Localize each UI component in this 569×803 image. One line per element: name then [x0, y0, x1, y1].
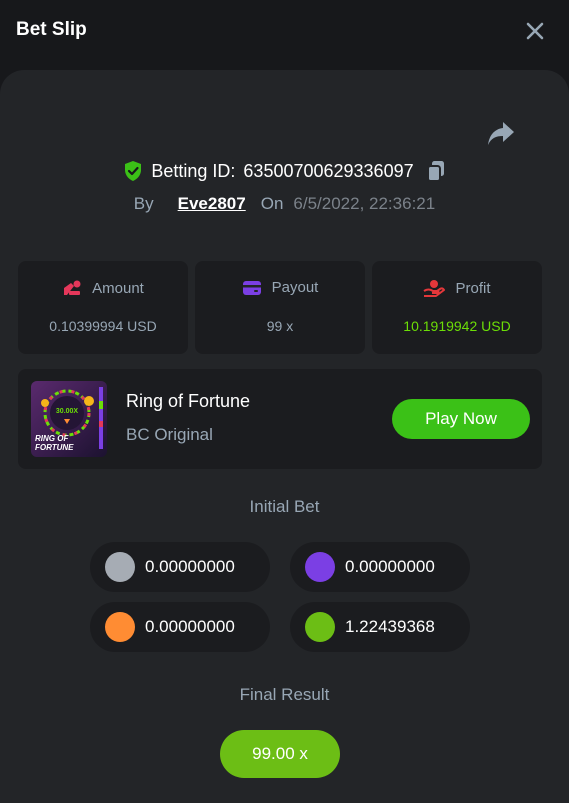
coin-icon [305, 552, 335, 582]
amount-label: Amount [92, 279, 144, 297]
bet-slot-value: 0.00000000 [145, 617, 235, 636]
user-link[interactable]: Eve2807 [178, 194, 246, 214]
profit-card: Profit 10.1919942 USD [372, 261, 542, 354]
shield-check-icon [125, 161, 142, 181]
bet-slot: 0.00000000 [290, 542, 470, 592]
profit-label: Profit [455, 279, 491, 297]
amount-card: Amount 0.10399994 USD [18, 261, 188, 354]
bet-meta-row: By Eve2807 On 6/5/2022, 22:36:21 [0, 192, 569, 216]
coin-icon [105, 552, 135, 582]
game-thumbnail[interactable]: 30.00X RING OF FORTUNE [31, 381, 107, 457]
thumb-title-line1: RING OF [35, 434, 69, 443]
payout-value: 99 x [266, 318, 294, 334]
ring-of-fortune-logo: 30.00X RING OF FORTUNE [31, 381, 107, 457]
on-label: On [260, 194, 284, 213]
close-icon [526, 22, 544, 40]
coin-icon [105, 612, 135, 642]
payout-label: Payout [271, 279, 319, 296]
betting-id-value: 63500700629336097 [243, 160, 414, 181]
final-result-label: Final Result [239, 685, 330, 704]
thumb-title-line2: FORTUNE [35, 443, 74, 452]
betting-id-label: Betting ID: [151, 160, 236, 181]
initial-bet-label: Initial Bet [249, 497, 320, 516]
game-name: Ring of Fortune [126, 391, 251, 411]
bet-slot: 1.22439368 [290, 602, 470, 652]
thumb-multiplier: 30.00X [56, 408, 79, 415]
header: Bet Slip [0, 0, 569, 62]
profit-value: 10.1919942 USD [403, 318, 511, 334]
betting-id-row: Betting ID: 63500700629336097 [0, 158, 569, 184]
share-icon [488, 122, 514, 145]
by-label: By [133, 194, 154, 213]
copy-icon [426, 161, 444, 182]
hand-coin-icon [423, 280, 446, 297]
game-card: 30.00X RING OF FORTUNE Ring of Fortune B… [18, 369, 542, 469]
bet-slot-value: 0.00000000 [145, 557, 235, 576]
bet-slot-value: 0.00000000 [345, 557, 435, 576]
copy-button[interactable] [426, 160, 446, 182]
play-now-button[interactable]: Play Now [392, 399, 530, 439]
coins-icon [64, 280, 81, 295]
amount-value: 0.10399994 USD [49, 318, 157, 334]
close-button[interactable] [523, 19, 547, 43]
page-title: Bet Slip [16, 19, 87, 40]
wallet-icon [242, 280, 261, 295]
bet-slot: 0.00000000 [90, 602, 270, 652]
coin-icon [305, 612, 335, 642]
bet-slot-value: 1.22439368 [345, 617, 435, 636]
final-result-badge: 99.00 x [220, 730, 340, 778]
payout-card: Payout 99 x [195, 261, 365, 354]
share-button[interactable] [486, 120, 516, 148]
bet-date: 6/5/2022, 22:36:21 [293, 194, 436, 213]
game-provider: BC Original [126, 425, 213, 444]
bet-slot: 0.00000000 [90, 542, 270, 592]
